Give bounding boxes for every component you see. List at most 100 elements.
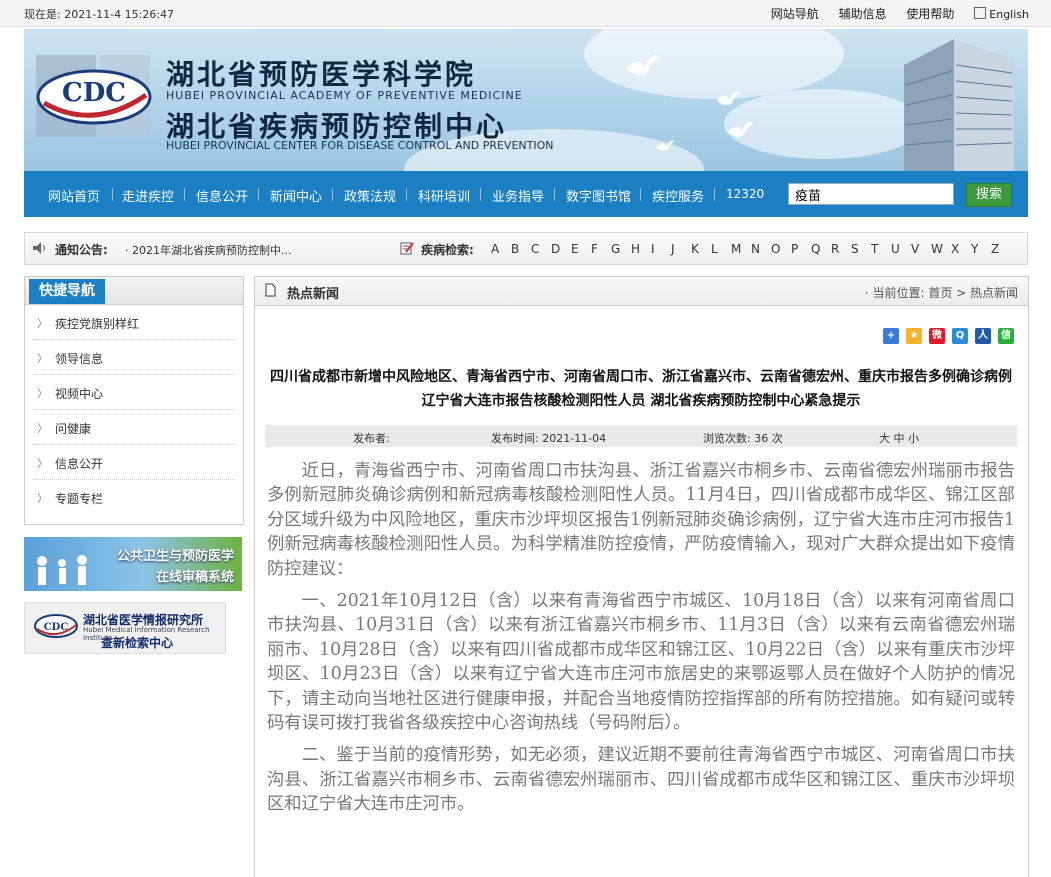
share-wechat-icon[interactable]: 信 [998,328,1014,344]
share-add-icon[interactable]: + [883,328,899,344]
chevron-right-icon: 〉 [37,422,48,435]
article-body: 近日，青海省西宁市、河南省周口市扶沟县、浙江省嘉兴市桐乡市、云南省德宏州瑞丽市报… [267,459,1015,825]
disease-letter-g[interactable]: G [611,242,631,256]
people-illustration-icon [37,555,87,585]
disease-letter-e[interactable]: E [571,242,591,256]
english-link[interactable]: English [974,7,1029,21]
sidebar-item-party[interactable]: 〉疾控党旗别样红 [33,305,235,340]
sidebar-item-health-qa[interactable]: 〉问健康 [33,410,235,445]
org-subtitle-2: HUBEI PROVINCIAL CENTER FOR DISEASE CONT… [166,139,554,152]
disease-letter-t[interactable]: T [871,242,891,256]
top-links: 网站导航 辅助信息 使用帮助 English [755,5,1029,22]
share-qzone-icon[interactable]: ★ [906,328,922,344]
disease-letter-w[interactable]: W [931,242,951,256]
section-title: 热点新闻 [287,287,340,302]
accessibility-link[interactable]: 辅助信息 [839,7,887,21]
disease-letter-h[interactable]: H [631,242,651,256]
dove-icon [716,91,741,105]
search-center-banner[interactable]: CDC 湖北省医学情报研究所 Hubei Medical Information… [24,602,226,654]
disease-letter-l[interactable]: L [711,242,731,256]
sidebar-item-video[interactable]: 〉视频中心 [33,375,235,410]
disease-letter-b[interactable]: B [511,242,531,256]
edit-icon [400,242,414,255]
building-image [904,39,1014,171]
article-paragraph: 近日，青海省西宁市、河南省周口市扶沟县、浙江省嘉兴市桐乡市、云南省德宏州瑞丽市报… [267,461,1015,579]
chevron-right-icon: 〉 [37,492,48,505]
disease-letter-d[interactable]: D [551,242,571,256]
svg-text:CDC: CDC [62,78,126,108]
disease-letter-j[interactable]: J [671,242,691,256]
share-tqq-icon[interactable]: Q [952,328,968,344]
font-size-switch[interactable]: 大 中 小 [879,430,919,446]
share-weibo-icon[interactable]: 微 [929,328,945,344]
disease-letter-i[interactable]: I [651,242,671,256]
sidebar-item-topics[interactable]: 〉专题专栏 [33,480,235,514]
main-nav: 网站首页 走进疾控 信息公开 新闻中心 政策法规 科研培训 业务指导 数字图书馆… [24,171,1028,217]
disease-letter-x[interactable]: X [951,242,971,256]
nav-news[interactable]: 新闻中心 [270,186,322,205]
nav-research[interactable]: 科研培训 [418,186,470,205]
breadcrumb[interactable]: · 当前位置: 首页 > 热点新闻 [865,284,1018,301]
sidebar-item-leaders[interactable]: 〉领导信息 [33,340,235,375]
help-link[interactable]: 使用帮助 [906,7,954,21]
notice-ticker[interactable]: · 2021年湖北省疾病预防控制中... [125,242,291,258]
disease-letter-v[interactable]: V [911,242,931,256]
disease-letter-index: ABCDEFGHIJKLMNOPQRSTUVWXYZ [491,242,1011,256]
disease-letter-q[interactable]: Q [811,242,831,256]
chevron-right-icon: 〉 [37,457,48,470]
disease-letter-s[interactable]: S [851,242,871,256]
top-bar: 现在是: 2021-11-4 15:26:47 网站导航 辅助信息 使用帮助 E… [0,0,1051,27]
notice-bar: 通知公告: · 2021年湖北省疾病预防控制中... 疾病检索: ABCDEFG… [24,232,1028,265]
article-title: 四川省成都市新增中风险地区、青海省西宁市、河南省周口市、浙江省嘉兴市、云南省德宏… [270,369,1012,409]
article-meta: 发布者: 发布时间: 2021-11-04 浏览次数: 36 次 大 中 小 [265,425,1017,447]
disease-letter-m[interactable]: M [731,242,751,256]
disease-letter-a[interactable]: A [491,242,511,256]
chevron-right-icon: 〉 [37,317,48,330]
quick-nav-panel: 快捷导航 〉疾控党旗别样红 〉领导信息 〉视频中心 〉问健康 〉信息公开 〉专题… [24,276,244,525]
share-bar: + ★ 微 Q 人信 [876,327,1014,344]
nav-services[interactable]: 疾控服务 [652,186,704,205]
disease-letter-r[interactable]: R [831,242,851,256]
globe-icon [974,7,987,19]
review-system-banner[interactable]: 公共卫生与预防医学 在线审稿系统 [24,537,242,591]
nav-12320[interactable]: 12320 [726,187,764,201]
institute-logo-icon: CDC [34,614,78,638]
disease-letter-z[interactable]: Z [991,242,1011,256]
nav-guidance[interactable]: 业务指导 [492,186,544,205]
header-banner: CDC 湖北省预防医学科学院 HUBEI PROVINCIAL ACADEMY … [24,29,1028,171]
disease-letter-n[interactable]: N [751,242,771,256]
current-time: 现在是: 2021-11-4 15:26:47 [24,8,175,21]
org-subtitle-1: HUBEI PROVINCIAL ACADEMY OF PREVENTIVE M… [166,89,523,102]
disease-letter-u[interactable]: U [891,242,911,256]
dove-icon [727,121,754,137]
quick-nav-title: 快捷导航 [29,279,105,304]
site-map-link[interactable]: 网站导航 [771,7,819,21]
dove-icon [626,55,660,75]
nav-home[interactable]: 网站首页 [48,186,100,205]
nav-about[interactable]: 走进疾控 [122,186,174,205]
search-button[interactable]: 搜索 [966,183,1012,207]
disease-letter-f[interactable]: F [591,242,611,256]
disease-letter-k[interactable]: K [691,242,711,256]
chevron-right-icon: 〉 [37,352,48,365]
share-renren-icon[interactable]: 人 [975,328,991,344]
nav-library[interactable]: 数字图书馆 [566,186,631,205]
nav-policy[interactable]: 政策法规 [344,186,396,205]
meta-date: 发布时间: 2021-11-04 [491,432,607,445]
disease-letter-p[interactable]: P [791,242,811,256]
search-input[interactable] [788,183,954,205]
meta-views: 浏览次数: 36 次 [703,432,783,445]
dove-icon [656,140,675,151]
org-title-1: 湖北省预防医学科学院 [166,58,477,91]
sidebar-item-info-public[interactable]: 〉信息公开 [33,445,235,480]
document-icon [265,283,276,297]
article-paragraph: 一、2021年10月12日（含）以来有青海省西宁市城区、10月18日（含）以来有… [267,591,1015,734]
meta-publisher: 发布者: [353,432,390,445]
disease-search-label: 疾病检索: [421,243,474,257]
nav-info-public[interactable]: 信息公开 [196,186,248,205]
cdc-logo-icon: CDC [36,55,152,137]
article-panel: 热点新闻 · 当前位置: 首页 > 热点新闻 + ★ 微 Q 人信 四川省成都市新增中风… [254,276,1029,877]
disease-letter-c[interactable]: C [531,242,551,256]
disease-letter-o[interactable]: O [771,242,791,256]
disease-letter-y[interactable]: Y [971,242,991,256]
